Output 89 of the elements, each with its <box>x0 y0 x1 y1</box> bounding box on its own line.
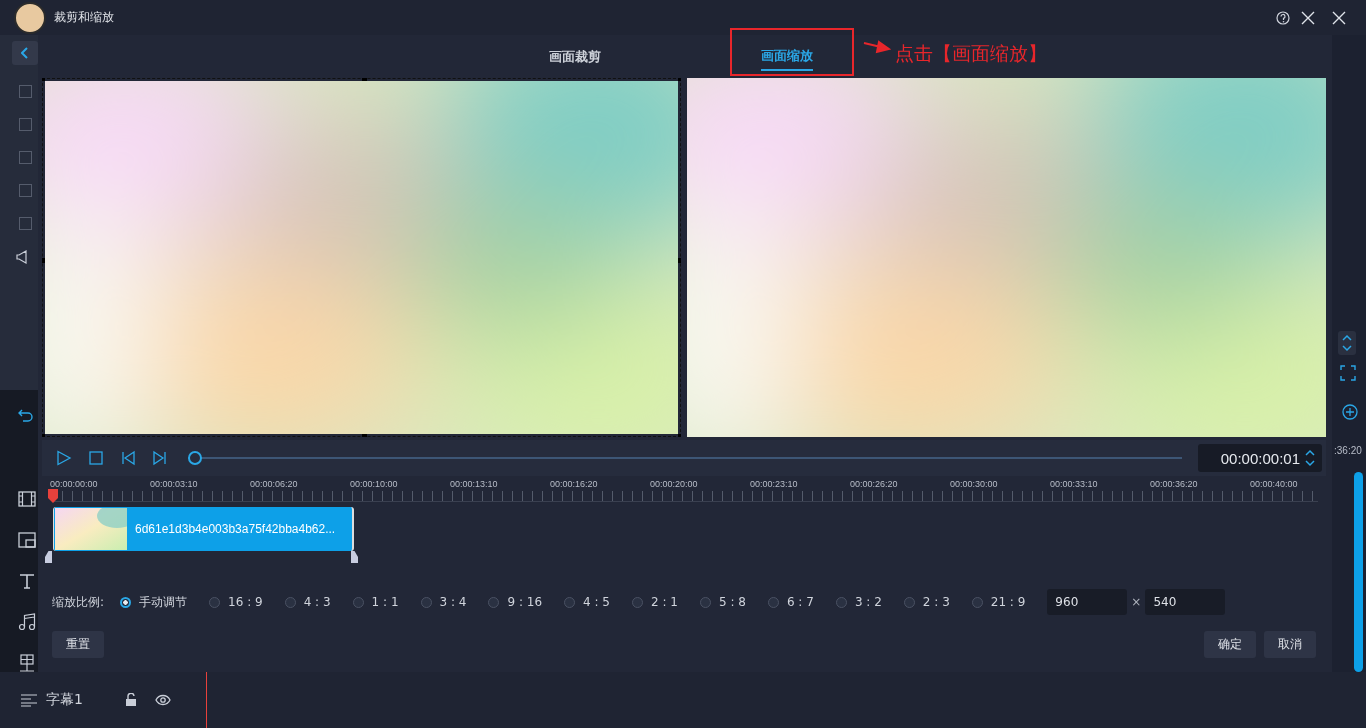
ruler-label: 00:00:20:00 <box>650 479 699 489</box>
radio-button[interactable] <box>209 596 221 608</box>
ratio-option[interactable]: 2 : 1 <box>632 595 678 609</box>
height-field[interactable]: 540 <box>1145 589 1226 615</box>
film-icon[interactable] <box>18 490 36 508</box>
radio-button[interactable] <box>971 596 983 608</box>
fullscreen-icon[interactable] <box>1340 365 1356 381</box>
radio-button[interactable] <box>488 596 500 608</box>
ruler-label: 00:00:03:10 <box>150 479 199 489</box>
radio-button[interactable] <box>903 596 915 608</box>
ruler-label: 00:00:16:20 <box>550 479 599 489</box>
cancel-button[interactable]: 取消 <box>1264 631 1316 658</box>
ratio-option[interactable]: 3 : 2 <box>835 595 882 609</box>
ratio-option[interactable]: 16 : 9 <box>209 595 263 609</box>
playhead-line <box>206 672 207 728</box>
close-icon[interactable] <box>1332 10 1346 25</box>
previous-frame-icon[interactable] <box>120 450 136 466</box>
track-name: 字幕1 <box>46 691 83 709</box>
ruler-label: 00:00:40:00 <box>1250 479 1299 489</box>
radio-button[interactable] <box>420 596 432 608</box>
speaker-icon[interactable] <box>16 250 28 264</box>
ratio-option[interactable]: 手动调节 <box>120 593 188 611</box>
width-field[interactable]: 960 <box>1047 589 1128 615</box>
ratio-label: 缩放比例: <box>52 593 105 611</box>
radio-button[interactable] <box>835 596 847 608</box>
ruler-label: 00:00:13:10 <box>450 479 499 489</box>
play-icon[interactable] <box>56 450 72 466</box>
ratio-option[interactable]: 6 : 7 <box>767 595 814 609</box>
undo-icon[interactable] <box>18 408 34 424</box>
tab[interactable]: 画面缩放 <box>761 42 813 71</box>
eye-icon[interactable] <box>154 694 171 706</box>
ruler-label: 00:00:10:00 <box>350 479 399 489</box>
ruler-label: 00:00:00:00 <box>50 479 99 489</box>
reset-button[interactable]: 重置 <box>52 631 104 658</box>
tab[interactable]: 画面裁剪 <box>549 43 601 70</box>
ratio-option[interactable]: 5 : 8 <box>699 595 746 609</box>
checkbox[interactable] <box>18 118 32 131</box>
ruler-label: 00:00:26:20 <box>850 479 899 489</box>
trim-handle[interactable] <box>45 551 52 563</box>
ruler-label: 00:00:33:10 <box>1050 479 1099 489</box>
ruler-label: 00:00:36:20 <box>1150 479 1199 489</box>
unlock-icon[interactable] <box>124 693 137 707</box>
radio-button[interactable] <box>564 596 576 608</box>
checkbox[interactable] <box>18 217 32 230</box>
time-display: 00:00:00:01 <box>1220 449 1300 467</box>
ratio-option[interactable]: 9 : 16 <box>488 595 543 609</box>
radio-button[interactable] <box>352 596 364 608</box>
ruler-label: 00:00:30:00 <box>950 479 999 489</box>
window-title: 裁剪和缩放 <box>54 9 114 26</box>
spinner-icon[interactable] <box>1304 449 1316 467</box>
clip-name: 6d61e1d3b4e003b3a75f42bba4b62... <box>135 522 336 536</box>
ratio-option[interactable]: 3 : 4 <box>420 595 467 609</box>
ruler-label: :36:20 <box>1334 445 1362 456</box>
radio-button[interactable] <box>699 596 711 608</box>
picture-in-picture-icon[interactable] <box>18 531 36 549</box>
radio-button[interactable] <box>120 596 132 608</box>
ratio-option[interactable]: 2 : 3 <box>903 595 950 609</box>
multiply-sign: × <box>1131 595 1142 609</box>
close-icon[interactable] <box>1301 10 1315 25</box>
add-icon[interactable] <box>1342 404 1358 420</box>
chevron-left-icon <box>21 47 29 59</box>
ok-button[interactable]: 确定 <box>1204 631 1256 658</box>
ratio-option[interactable]: 21 : 9 <box>971 595 1026 609</box>
checkbox[interactable] <box>18 85 32 98</box>
annotation-text: 点击【画面缩放】 <box>895 41 1047 66</box>
radio-button[interactable] <box>767 596 779 608</box>
spinner-icon[interactable] <box>1338 331 1356 355</box>
radio-button[interactable] <box>632 596 643 608</box>
arrow-icon <box>863 40 891 54</box>
playhead[interactable] <box>48 489 58 503</box>
music-icon[interactable] <box>18 613 36 631</box>
help-icon[interactable] <box>1276 10 1290 25</box>
text-icon[interactable] <box>18 572 36 590</box>
ruler-label: 00:00:23:10 <box>750 479 799 489</box>
ratio-option[interactable]: 1 : 1 <box>352 595 399 609</box>
subtitle-track-icon <box>20 693 38 707</box>
next-frame-icon[interactable] <box>152 450 168 466</box>
stop-icon[interactable] <box>88 450 104 466</box>
subtitle-icon[interactable] <box>18 654 36 672</box>
checkbox[interactable] <box>18 184 32 197</box>
slider-handle[interactable] <box>188 451 202 465</box>
ratio-option[interactable]: 4 : 3 <box>284 595 331 609</box>
trim-handle[interactable] <box>351 551 358 563</box>
back-button[interactable] <box>12 41 38 65</box>
checkbox[interactable] <box>18 151 32 164</box>
radio-button[interactable] <box>284 596 296 608</box>
ratio-option[interactable]: 4 : 5 <box>564 595 610 609</box>
ruler-label: 00:00:06:20 <box>250 479 299 489</box>
scrollbar[interactable] <box>1354 472 1363 672</box>
